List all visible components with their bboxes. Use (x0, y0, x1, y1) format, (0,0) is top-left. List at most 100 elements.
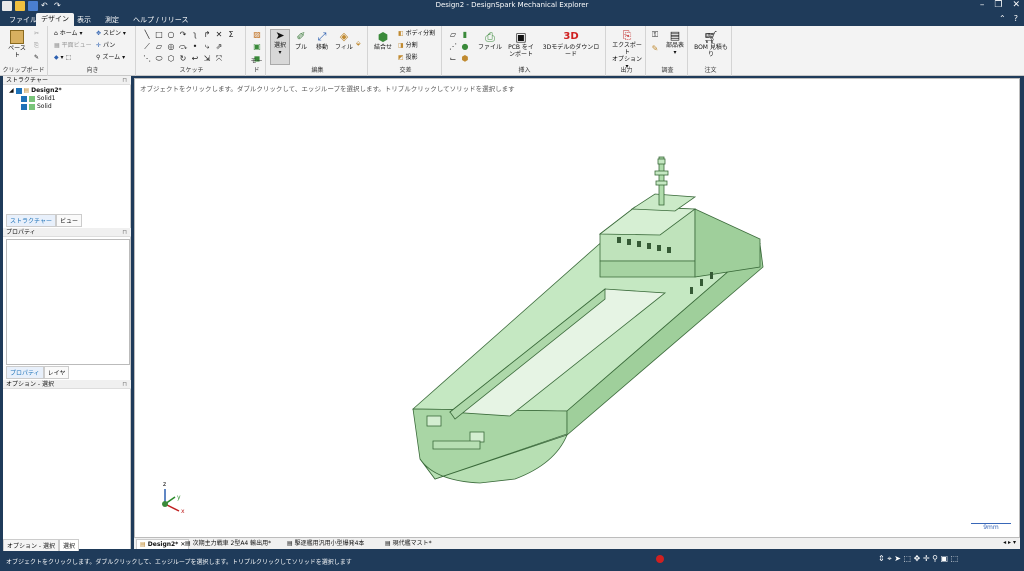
sigma-tool-icon[interactable]: Σ (226, 30, 236, 40)
home-button[interactable]: ⌂ ホーム ▾ (54, 30, 82, 37)
tab-view[interactable]: 表示 (72, 14, 96, 26)
spin-button[interactable]: ✥ スピン ▾ (96, 30, 126, 37)
origin-insert-icon[interactable]: ⌙ (448, 54, 458, 64)
stern-winch-right[interactable] (469, 431, 485, 443)
circle-tool-icon[interactable]: ○ (166, 30, 176, 40)
split-button[interactable]: ◨ 分割 (398, 42, 418, 49)
bom-quote-button[interactable]: 🛒︎ BOM 見積もり (692, 30, 730, 58)
fill-button[interactable]: ◈ フィル (334, 30, 354, 51)
pin-icon[interactable]: ⊓ (122, 380, 127, 389)
3d-viewport[interactable]: オブジェクトをクリックします。ダブルクリックして、エッジループを選択します。トリ… (134, 78, 1020, 538)
properties-tabs: プロパティ レイヤ (6, 366, 70, 379)
split-body-button[interactable]: ◧ ボディ分割 (398, 30, 435, 37)
paste-icon (10, 30, 24, 44)
tab-help[interactable]: ヘルプ / リリース (128, 14, 193, 26)
checkbox-icon[interactable] (21, 103, 27, 110)
close-button[interactable]: ✕ (1012, 0, 1020, 10)
note-icon[interactable]: ✎ (650, 44, 660, 54)
mirror-tool-icon[interactable]: ⇗ (214, 42, 224, 52)
pcb-import-button[interactable]: ▣ PCB をインポート (506, 30, 536, 58)
superstructure-lower[interactable] (599, 260, 696, 278)
tree-item-solid[interactable]: Solid (9, 103, 62, 111)
doc-tab-tank[interactable]: ▤ 次期主力戦車 2型A4 輸出用* (182, 539, 274, 549)
pin-icon[interactable]: ⊓ (122, 76, 127, 85)
tangent-line-icon[interactable]: ⟋ (142, 42, 152, 52)
three-point-rect-icon[interactable]: ▱ (154, 42, 164, 52)
restore-button[interactable]: ❐ (994, 0, 1002, 10)
checkbox-icon[interactable] (21, 95, 27, 102)
help-icon[interactable]: ? (1014, 14, 1018, 23)
three-point-circle-icon[interactable]: ◎ (166, 42, 176, 52)
tab-view-panel[interactable]: ビュー (55, 214, 82, 227)
move-button[interactable]: ⤢ 移動 (312, 30, 332, 51)
arc-tool-icon[interactable]: ↷ (178, 30, 188, 40)
offset-tool-icon[interactable]: ⤷ (202, 42, 212, 52)
insert-file-button[interactable]: ⎙ ファイル (478, 30, 502, 51)
format-painter-icon[interactable]: ✎ (34, 54, 39, 61)
shell-icon[interactable]: ⬙ (356, 40, 361, 47)
stern-winch-left[interactable] (426, 415, 442, 427)
cross-tool-icon[interactable]: ✕ (214, 30, 224, 40)
doc-tab-mast[interactable]: ▤ 現代艦マスト* (382, 539, 435, 549)
trim-tool-icon[interactable]: ↱ (202, 30, 212, 40)
zoom-button[interactable]: ⚲ ズーム ▾ (96, 54, 125, 61)
split-icon: ◨ (398, 42, 404, 49)
equation-insert-icon[interactable]: ⬢ (460, 54, 470, 64)
ribbon-collapse-icon[interactable]: ⌃ (999, 14, 1006, 23)
group-orient: ⌂ ホーム ▾ ▦ 平面ビュー ◆ ▾ ⬚ ✥ スピン ▾ ✛ パン ⚲ ズーム… (50, 26, 136, 76)
cylinder-insert-icon[interactable]: ▮ (460, 30, 470, 40)
doc-icon: ▤ (287, 540, 293, 547)
tab-properties[interactable]: プロパティ (6, 366, 44, 379)
plane-insert-icon[interactable]: ▱ (448, 30, 458, 40)
copy-icon[interactable]: ⎘ (34, 42, 39, 49)
view-cube-button[interactable]: ◆ ▾ ⬚ (54, 54, 71, 61)
tab-measure[interactable]: 測定 (100, 14, 124, 26)
doc-tab-destroyer[interactable]: ▤ 駆逐艦用汎用小型爆発4本 (284, 539, 367, 549)
doc-icon: ▤ (140, 541, 146, 548)
tab-layers[interactable]: レイヤ (43, 366, 70, 379)
sketch-mode-icon[interactable]: ▨ (252, 30, 262, 40)
select-button[interactable]: ➤ 選択 ▾ (270, 29, 290, 65)
plane-view-button[interactable]: ▦ 平面ビュー (54, 42, 92, 49)
rectangle-tool-icon[interactable]: □ (154, 30, 164, 40)
tangent-arc-icon[interactable]: ⤼ (178, 42, 188, 52)
measure-icon[interactable]: ⚿ (650, 30, 660, 40)
pan-button[interactable]: ✛ パン (96, 42, 115, 49)
axis-insert-icon[interactable]: ⋰ (448, 42, 458, 52)
spline-tool-icon[interactable]: ʅ (190, 30, 200, 40)
pin-icon[interactable]: ⊓ (122, 228, 127, 237)
pcb-icon: ▣ (515, 30, 527, 44)
sphere-insert-icon[interactable]: ● (460, 42, 470, 52)
fillet-tool-icon[interactable]: ⤧ (214, 54, 224, 64)
pull-button[interactable]: ✐ プル (292, 30, 310, 51)
tab-scroll-icon[interactable]: ◂ ▸ ▾ (1003, 539, 1016, 546)
ellipse-tool-icon[interactable]: ⬭ (154, 54, 164, 64)
construction-line-icon[interactable]: ⋱ (142, 54, 152, 64)
sweep-arc-icon[interactable]: ↻ (178, 54, 188, 64)
superstructure-side[interactable] (694, 208, 761, 278)
extend-tool-icon[interactable]: ⇲ (202, 54, 212, 64)
tab-design[interactable]: デザイン (36, 13, 74, 26)
status-message: オブジェクトをクリックします。ダブルクリックして、エッジループを選択します。トリ… (6, 559, 352, 566)
export-button[interactable]: ⎘ エクスポート オプション ▾ (610, 30, 644, 71)
model-download-button[interactable]: 3D 3Dモデルのダウンロード (540, 30, 602, 58)
section-mode-icon[interactable]: ▣ (252, 42, 262, 52)
tab-structure[interactable]: ストラクチャー (6, 214, 56, 227)
project-button[interactable]: ◩ 投影 (398, 54, 418, 61)
ship-model[interactable]: z x y (135, 79, 1019, 537)
combine-button[interactable]: ⬢ 結合せ (372, 30, 394, 51)
paste-button[interactable]: ペースト (6, 30, 28, 59)
error-icon[interactable] (656, 555, 664, 563)
tree-root-item[interactable]: ◢ ▤ Design2* (9, 87, 62, 95)
tree-item-solid1[interactable]: Solid1 (9, 95, 62, 103)
polygon-tool-icon[interactable]: ⬡ (166, 54, 176, 64)
line-tool-icon[interactable]: ╲ (142, 30, 152, 40)
status-tools-icons[interactable]: ⇕ ⌖ ➤ ⬚ ✥ ✛ ⚲ ▣ ⬚ (878, 554, 958, 564)
stern-ramp[interactable] (432, 440, 481, 450)
cut-icon[interactable]: ✂ (34, 30, 39, 37)
bend-tool-icon[interactable]: ↩ (190, 54, 200, 64)
parts-list-button[interactable]: ▤ 部品表 ▾ (664, 30, 686, 57)
minimize-button[interactable]: – (980, 0, 985, 10)
checkbox-icon[interactable] (15, 87, 22, 94)
point-tool-icon[interactable]: • (190, 42, 200, 52)
